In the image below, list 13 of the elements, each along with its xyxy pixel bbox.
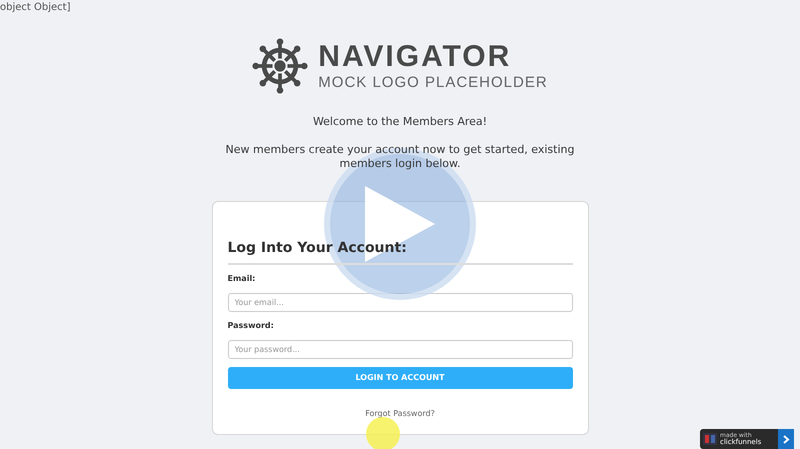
field-label: Password: [228, 320, 275, 332]
chevron-icon [782, 434, 790, 444]
logo-title: NAVIGATOR [318, 42, 512, 72]
logo-subtitle: MOCK LOGO PLACEHOLDER [318, 75, 548, 90]
intro-text: New members create your account now to get started, existing members login below. [224, 142, 576, 170]
welcome-text: Welcome to the Members Area! [312, 114, 488, 130]
field-label: Email: [228, 272, 256, 284]
debug-text: object Object] [0, 1, 70, 15]
forgot-password-link[interactable]: Forgot Password? [365, 408, 435, 420]
logo-icon [703, 433, 717, 445]
input-field[interactable]: Your password... [228, 340, 572, 358]
input-field[interactable]: Your email... [228, 292, 572, 312]
ship-wheel-icon [252, 38, 308, 94]
